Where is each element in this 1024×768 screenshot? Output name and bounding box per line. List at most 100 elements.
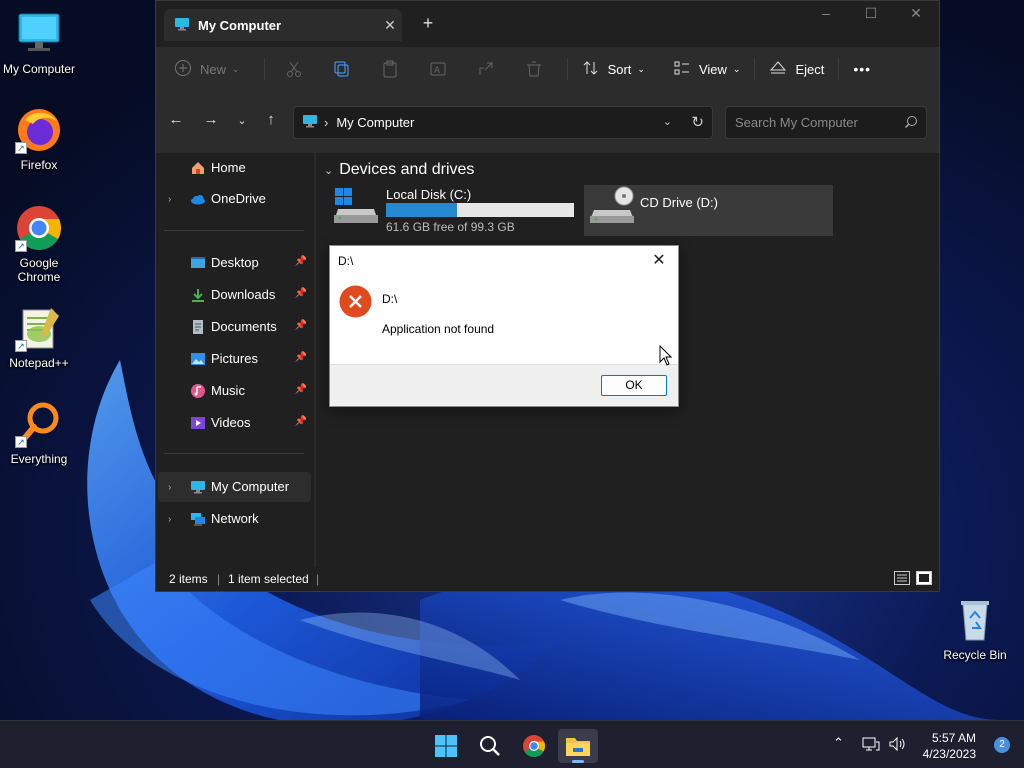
pin-icon[interactable]: 📌	[295, 416, 307, 427]
shortcut-arrow-icon: ↗	[15, 340, 27, 352]
desktop-folder-icon	[190, 255, 206, 271]
dialog-title: D:\	[338, 254, 354, 268]
taskbar-file-explorer-button[interactable]	[558, 729, 598, 763]
copy-icon[interactable]	[327, 54, 357, 84]
sidebar-item-my-computer[interactable]: › My Computer	[158, 472, 311, 502]
toolbar-separator	[838, 58, 840, 80]
chevron-down-icon[interactable]: ⌄	[324, 164, 333, 177]
share-icon[interactable]	[471, 54, 501, 84]
cut-icon[interactable]	[279, 54, 309, 84]
network-tray-icon[interactable]	[862, 736, 880, 755]
tab-close-button[interactable]: ✕	[378, 17, 402, 34]
clock-date: 4/23/2023	[922, 747, 976, 761]
drive-free-space: 61.6 GB free of 99.3 GB	[386, 220, 515, 234]
view-button[interactable]: View ⌄	[673, 53, 741, 85]
dialog-message: Application not found	[382, 322, 495, 336]
magnifier-icon: ↗	[15, 400, 63, 448]
paste-icon[interactable]	[375, 54, 405, 84]
chrome-icon: ↗	[15, 204, 63, 252]
devices-group-header[interactable]: ⌄ Devices and drives	[324, 161, 474, 179]
delete-icon[interactable]	[519, 54, 549, 84]
chevron-right-icon[interactable]: ›	[168, 194, 171, 205]
tiles-view-icon[interactable]	[916, 571, 932, 588]
ok-button[interactable]: OK	[601, 375, 667, 396]
eject-button[interactable]: Eject	[769, 53, 824, 85]
desktop-icon-chrome[interactable]: ↗ Google Chrome	[0, 204, 78, 284]
more-options-button[interactable]: •••	[853, 53, 871, 85]
chevron-down-icon: ⌄	[232, 63, 240, 74]
toolbar-separator	[754, 58, 756, 80]
hard-drive-icon	[334, 187, 378, 228]
drive-usage-bar	[386, 203, 574, 217]
windows-logo-icon	[435, 735, 457, 757]
search-placeholder: Search My Computer	[735, 115, 858, 130]
sidebar-item-downloads[interactable]: Downloads 📌	[158, 280, 311, 310]
new-button[interactable]: New ⌄	[174, 53, 240, 85]
up-arrow-icon[interactable]: ↑	[259, 111, 283, 128]
search-icon	[904, 115, 918, 132]
recent-locations-chevron-icon[interactable]: ⌄	[230, 114, 254, 127]
maximize-button[interactable]: ☐	[856, 5, 886, 22]
tab-title: My Computer	[198, 17, 282, 33]
start-button[interactable]	[426, 729, 466, 763]
desktop-icon-recycle-bin[interactable]: Recycle Bin	[936, 596, 1014, 662]
refresh-icon[interactable]: ↻	[691, 113, 704, 131]
details-view-icon[interactable]	[894, 571, 910, 588]
desktop-icon-my-computer[interactable]: My Computer	[0, 10, 78, 76]
chevron-right-icon[interactable]: ›	[168, 514, 171, 525]
volume-icon[interactable]	[888, 736, 906, 755]
rename-icon[interactable]: A	[423, 54, 453, 84]
cloud-icon	[190, 191, 206, 207]
new-tab-button[interactable]: +	[418, 13, 438, 34]
notification-badge[interactable]: 2	[994, 737, 1010, 753]
minimize-button[interactable]: –	[811, 5, 841, 21]
dialog-footer: OK	[330, 364, 678, 406]
desktop-icon-notepadpp[interactable]: ↗ Notepad++	[0, 304, 78, 370]
dialog-close-button[interactable]: ✕	[646, 249, 672, 273]
address-dropdown-chevron-icon[interactable]: ⌄	[663, 115, 672, 128]
shortcut-arrow-icon: ↗	[15, 240, 27, 252]
drive-local-disk-c[interactable]: Local Disk (C:) 61.6 GB free of 99.3 GB	[330, 185, 580, 237]
sidebar-item-network[interactable]: › Network	[158, 504, 311, 534]
status-bar: 2 items | 1 item selected |	[156, 567, 939, 591]
sidebar-item-home[interactable]: Home	[158, 153, 311, 183]
taskbar-search-button[interactable]	[470, 729, 510, 763]
pin-icon[interactable]: 📌	[295, 256, 307, 267]
sidebar-item-pictures[interactable]: Pictures 📌	[158, 344, 311, 374]
status-divider: |	[316, 572, 320, 586]
mouse-cursor-icon	[659, 345, 673, 366]
sidebar-item-onedrive[interactable]: › OneDrive	[158, 184, 311, 214]
download-icon	[190, 287, 206, 303]
chrome-icon	[523, 735, 545, 757]
pin-icon[interactable]: 📌	[295, 288, 307, 299]
cd-drive-icon	[590, 186, 634, 229]
show-hidden-icons-chevron-icon[interactable]: ⌃	[833, 735, 844, 751]
back-arrow-icon[interactable]: ←	[164, 111, 188, 128]
sidebar-item-documents[interactable]: Documents 📌	[158, 312, 311, 342]
video-icon	[190, 415, 206, 431]
sort-button[interactable]: Sort ⌄	[582, 53, 645, 85]
chevron-down-icon: ⌄	[732, 63, 741, 74]
forward-arrow-icon[interactable]: →	[199, 111, 223, 128]
pin-icon[interactable]: 📌	[295, 320, 307, 331]
breadcrumb-my-computer[interactable]: My Computer	[336, 115, 414, 130]
tab-my-computer[interactable]: My Computer ✕	[164, 9, 402, 41]
breadcrumb-chevron-icon[interactable]: ›	[324, 115, 328, 130]
sidebar-item-videos[interactable]: Videos 📌	[158, 408, 311, 438]
sidebar-item-desktop[interactable]: Desktop 📌	[158, 248, 311, 278]
system-clock[interactable]: 5:57 AM 4/23/2023	[923, 730, 976, 762]
close-window-button[interactable]: ✕	[901, 5, 931, 22]
svg-text:A: A	[434, 65, 440, 75]
dialog-path: D:\	[382, 292, 398, 306]
drive-name: Local Disk (C:)	[386, 187, 472, 202]
address-bar[interactable]: › My Computer ⌄ ↻	[293, 106, 713, 139]
desktop-icon-everything[interactable]: ↗ Everything	[0, 400, 78, 466]
pin-icon[interactable]: 📌	[295, 352, 307, 363]
desktop-icon-firefox[interactable]: ↗ Firefox	[0, 106, 78, 172]
search-input[interactable]: Search My Computer	[725, 106, 927, 139]
pin-icon[interactable]: 📌	[295, 384, 307, 395]
drive-cd-d[interactable]: CD Drive (D:)	[584, 185, 833, 236]
sidebar-item-music[interactable]: Music 📌	[158, 376, 311, 406]
chevron-right-icon[interactable]: ›	[168, 482, 171, 493]
taskbar-chrome-button[interactable]	[514, 729, 554, 763]
